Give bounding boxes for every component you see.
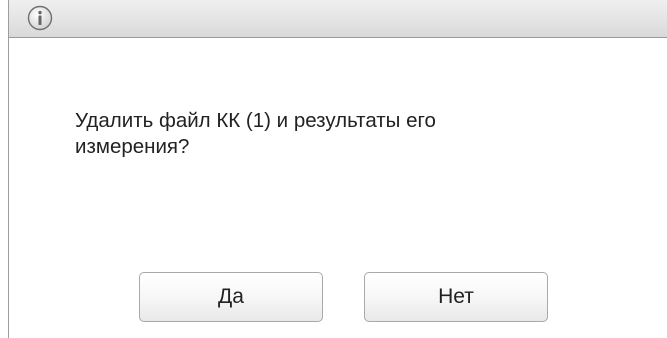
dialog-message-line1: Удалить файл КК (1) и результаты его [75,109,436,132]
dialog-message: Удалить файл КК (1) и результаты его изм… [75,108,595,160]
yes-button[interactable]: Да [139,272,323,322]
no-button[interactable]: Нет [364,272,548,322]
dialog-message-line2: измерения? [75,135,190,158]
dialog-titlebar [9,0,667,38]
confirm-dialog: Удалить файл КК (1) и результаты его изм… [8,0,667,338]
info-icon [27,5,53,31]
